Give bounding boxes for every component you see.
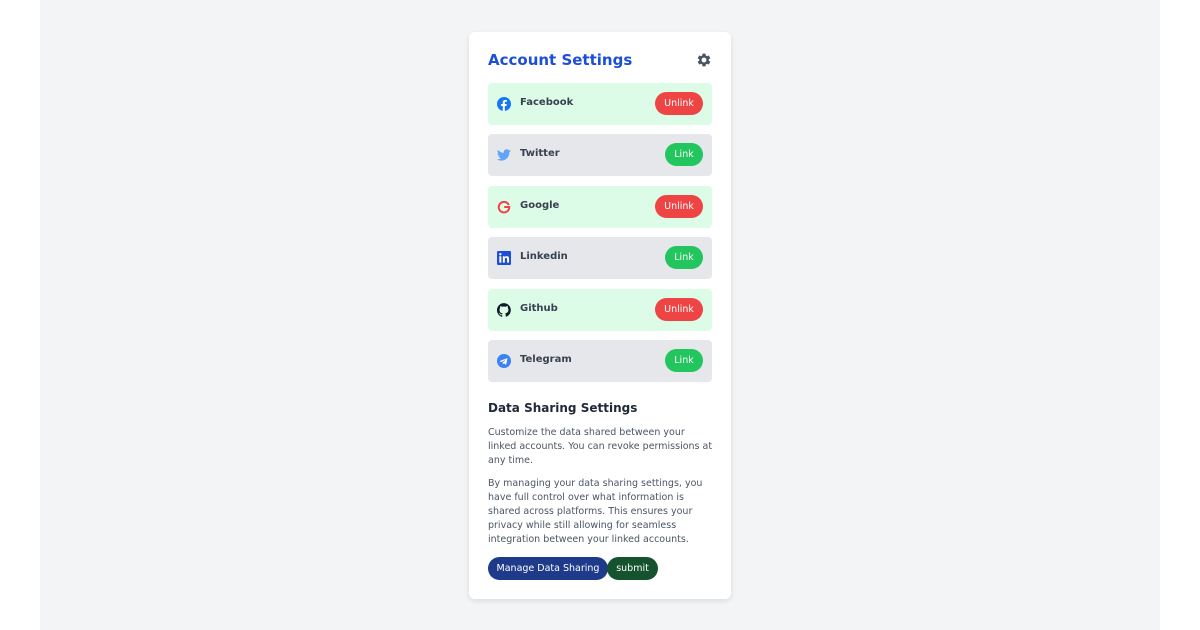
unlink-facebook-button[interactable]: Unlink xyxy=(655,92,703,115)
account-row-linkedin: Linkedin Link xyxy=(488,237,712,280)
account-name: Google xyxy=(520,199,560,211)
linkedin-icon xyxy=(497,251,511,266)
account-row-twitter: Twitter Link xyxy=(488,134,712,177)
account-settings-card: Account Settings Facebook Unlink Twitter… xyxy=(469,32,731,599)
account-row-github: Github Unlink xyxy=(488,288,712,331)
unlink-google-button[interactable]: Unlink xyxy=(655,194,703,218)
submit-button[interactable]: submit xyxy=(607,557,658,580)
account-name: Github xyxy=(520,302,558,314)
account-name: Facebook xyxy=(520,97,574,108)
link-linkedin-button[interactable]: Link xyxy=(665,246,703,270)
account-name: Telegram xyxy=(520,353,572,365)
github-icon xyxy=(497,302,511,317)
account-name: Twitter xyxy=(520,148,560,160)
unlink-github-button[interactable]: Unlink xyxy=(655,297,703,321)
page-title: Account Settings xyxy=(488,51,633,69)
account-name: Linkedin xyxy=(520,251,568,263)
google-icon xyxy=(497,200,511,214)
link-twitter-button[interactable]: Link xyxy=(665,143,703,167)
gear-icon[interactable] xyxy=(696,52,712,68)
manage-data-sharing-button[interactable]: Manage Data Sharing xyxy=(488,557,608,580)
card-header: Account Settings xyxy=(488,50,712,70)
twitter-icon xyxy=(497,149,511,161)
telegram-icon xyxy=(497,353,511,368)
facebook-icon xyxy=(497,97,511,111)
account-row-google: Google Unlink xyxy=(488,185,712,228)
account-row-telegram: Telegram Link xyxy=(488,339,712,382)
data-sharing-details: By managing your data sharing settings, … xyxy=(488,478,703,545)
link-telegram-button[interactable]: Link xyxy=(665,348,703,372)
linked-accounts-list: Facebook Unlink Twitter Link Google Unli… xyxy=(488,83,712,391)
data-sharing-description: Customize the data shared between your l… xyxy=(488,427,713,466)
account-row-facebook: Facebook Unlink xyxy=(488,83,712,125)
page-background: Account Settings Facebook Unlink Twitter… xyxy=(40,0,1160,630)
data-sharing-title: Data Sharing Settings xyxy=(488,401,638,415)
